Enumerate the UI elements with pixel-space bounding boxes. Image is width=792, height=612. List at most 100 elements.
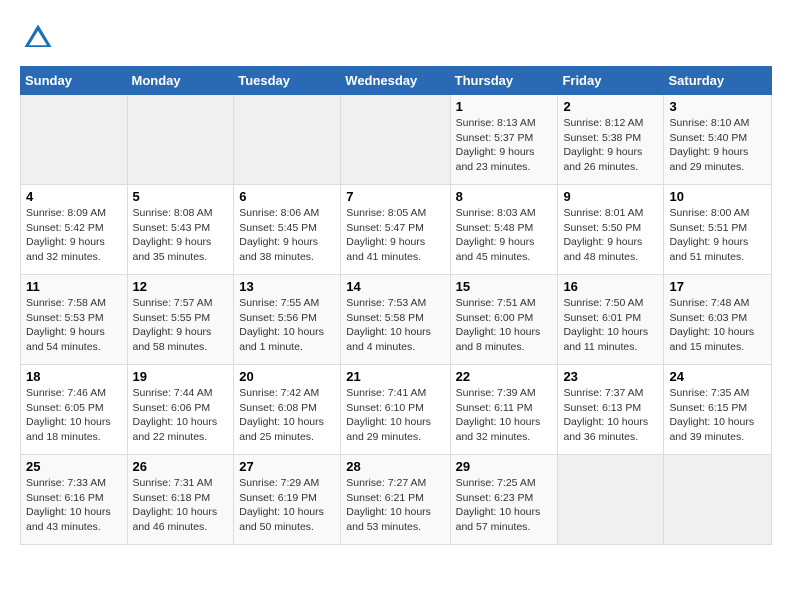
- day-sun-info: Sunrise: 7:53 AMSunset: 5:58 PMDaylight:…: [346, 296, 444, 355]
- day-sun-info: Sunrise: 7:57 AMSunset: 5:55 PMDaylight:…: [133, 296, 229, 355]
- calendar-day-cell: 18 Sunrise: 7:46 AMSunset: 6:05 PMDayligh…: [21, 365, 128, 455]
- day-number: 27: [239, 459, 335, 474]
- day-number: 5: [133, 189, 229, 204]
- day-number: 18: [26, 369, 122, 384]
- day-of-week-header: Wednesday: [341, 67, 450, 95]
- day-sun-info: Sunrise: 7:25 AMSunset: 6:23 PMDaylight:…: [456, 476, 553, 535]
- calendar-day-cell: 10 Sunrise: 8:00 AMSunset: 5:51 PMDayligh…: [664, 185, 772, 275]
- calendar-day-cell: 19 Sunrise: 7:44 AMSunset: 6:06 PMDayligh…: [127, 365, 234, 455]
- day-sun-info: Sunrise: 8:13 AMSunset: 5:37 PMDaylight:…: [456, 116, 553, 175]
- calendar-day-cell: 15 Sunrise: 7:51 AMSunset: 6:00 PMDayligh…: [450, 275, 558, 365]
- day-number: 24: [669, 369, 766, 384]
- day-number: 13: [239, 279, 335, 294]
- day-number: 25: [26, 459, 122, 474]
- calendar-week-row: 18 Sunrise: 7:46 AMSunset: 6:05 PMDayligh…: [21, 365, 772, 455]
- day-number: 15: [456, 279, 553, 294]
- day-of-week-header: Tuesday: [234, 67, 341, 95]
- calendar-day-cell: 26 Sunrise: 7:31 AMSunset: 6:18 PMDayligh…: [127, 455, 234, 545]
- page-header: [20, 20, 772, 56]
- day-number: 11: [26, 279, 122, 294]
- day-of-week-header: Saturday: [664, 67, 772, 95]
- day-number: 10: [669, 189, 766, 204]
- calendar-day-cell: 1 Sunrise: 8:13 AMSunset: 5:37 PMDaylight…: [450, 95, 558, 185]
- day-of-week-header: Friday: [558, 67, 664, 95]
- calendar-day-cell: [341, 95, 450, 185]
- day-number: 16: [563, 279, 658, 294]
- day-sun-info: Sunrise: 8:06 AMSunset: 5:45 PMDaylight:…: [239, 206, 335, 265]
- day-sun-info: Sunrise: 8:00 AMSunset: 5:51 PMDaylight:…: [669, 206, 766, 265]
- day-sun-info: Sunrise: 7:46 AMSunset: 6:05 PMDaylight:…: [26, 386, 122, 445]
- calendar-day-cell: 6 Sunrise: 8:06 AMSunset: 5:45 PMDaylight…: [234, 185, 341, 275]
- calendar-week-row: 4 Sunrise: 8:09 AMSunset: 5:42 PMDaylight…: [21, 185, 772, 275]
- calendar-day-cell: 17Sunrise: 7:48 AMSunset: 6:03 PMDayligh…: [664, 275, 772, 365]
- calendar-day-cell: 7Sunrise: 8:05 AMSunset: 5:47 PMDaylight…: [341, 185, 450, 275]
- calendar-day-cell: 2 Sunrise: 8:12 AMSunset: 5:38 PMDaylight…: [558, 95, 664, 185]
- day-sun-info: Sunrise: 7:42 AMSunset: 6:08 PMDaylight:…: [239, 386, 335, 445]
- day-sun-info: Sunrise: 7:41 AMSunset: 6:10 PMDaylight:…: [346, 386, 444, 445]
- calendar-day-cell: [234, 95, 341, 185]
- calendar-day-cell: 13 Sunrise: 7:55 AMSunset: 5:56 PMDayligh…: [234, 275, 341, 365]
- day-number: 14: [346, 279, 444, 294]
- calendar-day-cell: 11 Sunrise: 7:58 AMSunset: 5:53 PMDayligh…: [21, 275, 128, 365]
- calendar-day-cell: 24 Sunrise: 7:35 AMSunset: 6:15 PMDayligh…: [664, 365, 772, 455]
- day-number: 21: [346, 369, 444, 384]
- calendar-header: SundayMondayTuesdayWednesdayThursdayFrid…: [21, 67, 772, 95]
- calendar-day-cell: [664, 455, 772, 545]
- day-sun-info: Sunrise: 7:44 AMSunset: 6:06 PMDaylight:…: [133, 386, 229, 445]
- day-number: 4: [26, 189, 122, 204]
- calendar-week-row: 1 Sunrise: 8:13 AMSunset: 5:37 PMDaylight…: [21, 95, 772, 185]
- day-sun-info: Sunrise: 7:33 AMSunset: 6:16 PMDaylight:…: [26, 476, 122, 535]
- day-sun-info: Sunrise: 8:10 AMSunset: 5:40 PMDaylight:…: [669, 116, 766, 175]
- calendar-day-cell: 14 Sunrise: 7:53 AMSunset: 5:58 PMDayligh…: [341, 275, 450, 365]
- day-number: 7: [346, 189, 444, 204]
- calendar-day-cell: 8 Sunrise: 8:03 AMSunset: 5:48 PMDaylight…: [450, 185, 558, 275]
- day-of-week-header: Sunday: [21, 67, 128, 95]
- day-number: 1: [456, 99, 553, 114]
- logo-icon: [20, 20, 56, 56]
- day-sun-info: Sunrise: 8:03 AMSunset: 5:48 PMDaylight:…: [456, 206, 553, 265]
- logo: [20, 20, 60, 56]
- day-number: 19: [133, 369, 229, 384]
- calendar-week-row: 25 Sunrise: 7:33 AMSunset: 6:16 PMDayligh…: [21, 455, 772, 545]
- day-number: 9: [563, 189, 658, 204]
- days-of-week-row: SundayMondayTuesdayWednesdayThursdayFrid…: [21, 67, 772, 95]
- day-sun-info: Sunrise: 7:29 AMSunset: 6:19 PMDaylight:…: [239, 476, 335, 535]
- calendar-day-cell: 25 Sunrise: 7:33 AMSunset: 6:16 PMDayligh…: [21, 455, 128, 545]
- day-number: 6: [239, 189, 335, 204]
- day-number: 20: [239, 369, 335, 384]
- calendar-day-cell: 16 Sunrise: 7:50 AMSunset: 6:01 PMDayligh…: [558, 275, 664, 365]
- day-sun-info: Sunrise: 7:58 AMSunset: 5:53 PMDaylight:…: [26, 296, 122, 355]
- calendar-day-cell: [558, 455, 664, 545]
- day-sun-info: Sunrise: 7:50 AMSunset: 6:01 PMDaylight:…: [563, 296, 658, 355]
- day-sun-info: Sunrise: 7:35 AMSunset: 6:15 PMDaylight:…: [669, 386, 766, 445]
- day-number: 22: [456, 369, 553, 384]
- calendar-day-cell: [21, 95, 128, 185]
- calendar-day-cell: 27 Sunrise: 7:29 AMSunset: 6:19 PMDayligh…: [234, 455, 341, 545]
- day-number: 12: [133, 279, 229, 294]
- calendar-day-cell: 4 Sunrise: 8:09 AMSunset: 5:42 PMDaylight…: [21, 185, 128, 275]
- day-sun-info: Sunrise: 7:55 AMSunset: 5:56 PMDaylight:…: [239, 296, 335, 355]
- day-sun-info: Sunrise: 7:31 AMSunset: 6:18 PMDaylight:…: [133, 476, 229, 535]
- day-number: 23: [563, 369, 658, 384]
- day-number: 26: [133, 459, 229, 474]
- day-sun-info: Sunrise: 7:27 AMSunset: 6:21 PMDaylight:…: [346, 476, 444, 535]
- calendar-day-cell: 20 Sunrise: 7:42 AMSunset: 6:08 PMDayligh…: [234, 365, 341, 455]
- day-sun-info: Sunrise: 7:39 AMSunset: 6:11 PMDaylight:…: [456, 386, 553, 445]
- day-number: 28: [346, 459, 444, 474]
- day-sun-info: Sunrise: 7:48 AMSunset: 6:03 PMDaylight:…: [669, 296, 766, 355]
- day-number: 29: [456, 459, 553, 474]
- calendar-day-cell: 21 Sunrise: 7:41 AMSunset: 6:10 PMDayligh…: [341, 365, 450, 455]
- day-sun-info: Sunrise: 8:12 AMSunset: 5:38 PMDaylight:…: [563, 116, 658, 175]
- day-of-week-header: Monday: [127, 67, 234, 95]
- calendar-day-cell: 29 Sunrise: 7:25 AMSunset: 6:23 PMDayligh…: [450, 455, 558, 545]
- calendar-day-cell: 5 Sunrise: 8:08 AMSunset: 5:43 PMDaylight…: [127, 185, 234, 275]
- day-number: 8: [456, 189, 553, 204]
- calendar-day-cell: 28 Sunrise: 7:27 AMSunset: 6:21 PMDayligh…: [341, 455, 450, 545]
- day-number: 2: [563, 99, 658, 114]
- calendar-day-cell: 3Sunrise: 8:10 AMSunset: 5:40 PMDaylight…: [664, 95, 772, 185]
- calendar-table: SundayMondayTuesdayWednesdayThursdayFrid…: [20, 66, 772, 545]
- day-sun-info: Sunrise: 7:51 AMSunset: 6:00 PMDaylight:…: [456, 296, 553, 355]
- calendar-day-cell: [127, 95, 234, 185]
- day-sun-info: Sunrise: 8:08 AMSunset: 5:43 PMDaylight:…: [133, 206, 229, 265]
- day-sun-info: Sunrise: 8:09 AMSunset: 5:42 PMDaylight:…: [26, 206, 122, 265]
